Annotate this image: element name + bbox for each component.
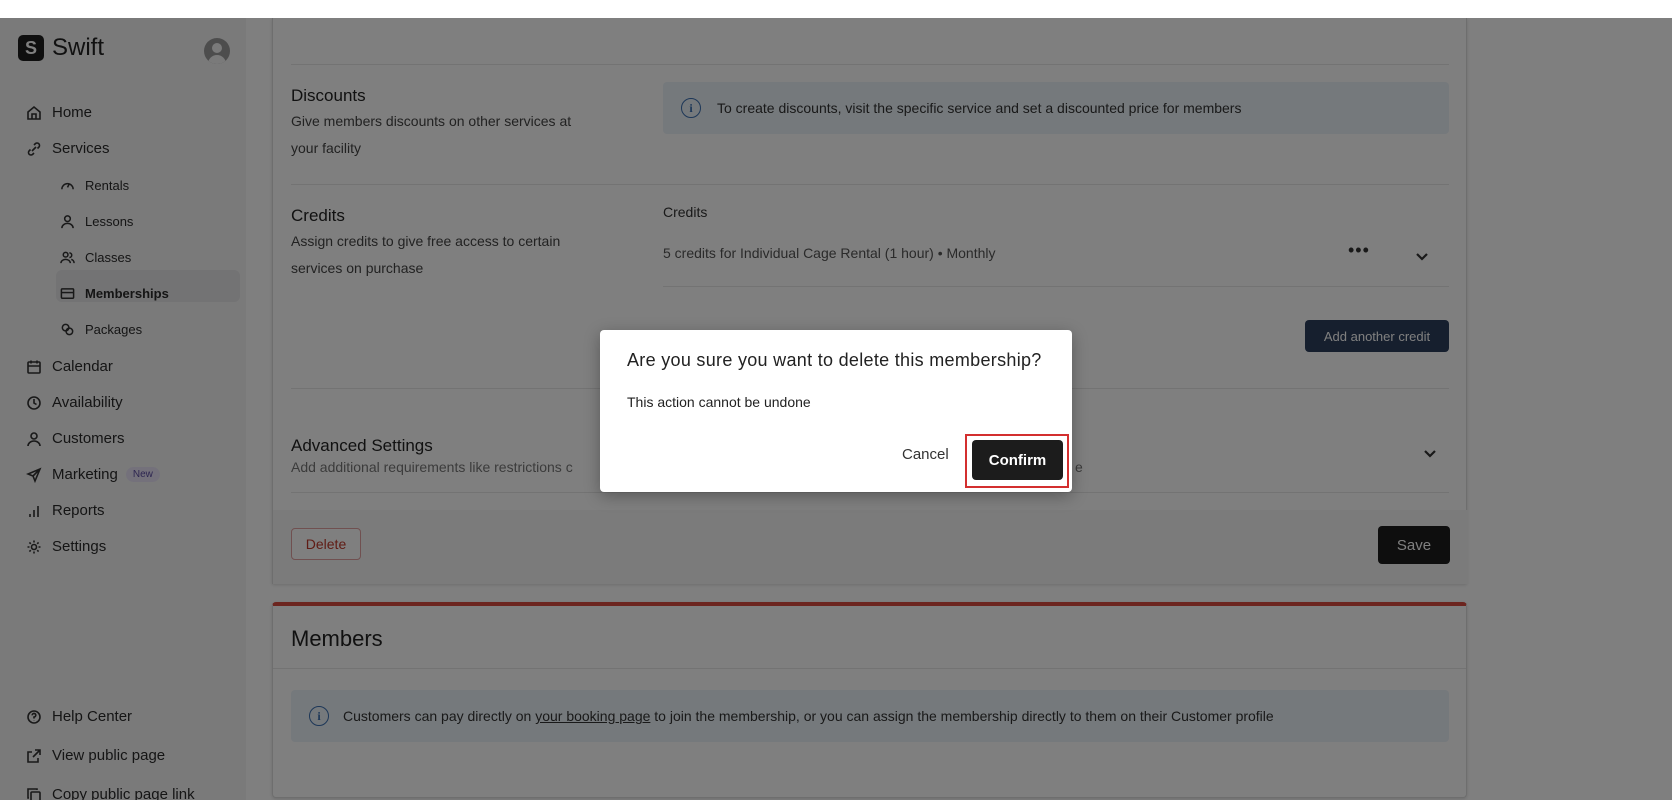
cancel-button[interactable]: Cancel <box>902 446 949 463</box>
app-frame: S Swift Home Services Rentals Lessons Cl… <box>0 18 1672 800</box>
modal-body: This action cannot be undone <box>627 394 811 410</box>
delete-confirm-modal: Are you sure you want to delete this mem… <box>600 330 1072 492</box>
modal-title: Are you sure you want to delete this mem… <box>627 350 1042 370</box>
confirm-button[interactable]: Confirm <box>972 440 1063 480</box>
